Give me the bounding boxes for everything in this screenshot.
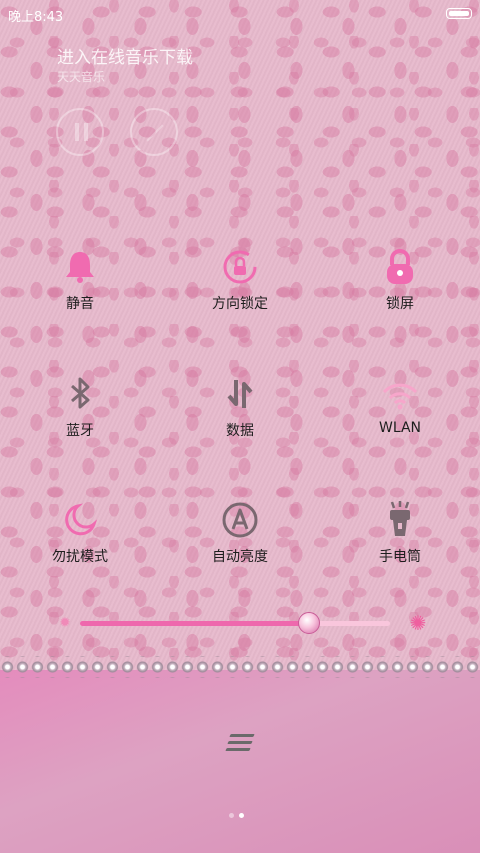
tile-label: 手电筒 <box>379 549 421 565</box>
tile-label: 自动亮度 <box>212 549 268 565</box>
brightness-high-icon: ✺ <box>409 611 427 635</box>
tile-lock-screen[interactable]: 锁屏 <box>340 247 460 337</box>
page-indicator <box>229 812 251 820</box>
music-subtitle: 天天音乐 <box>57 70 106 84</box>
brightness-knob[interactable] <box>298 612 320 634</box>
rotation-lock-icon <box>220 247 260 287</box>
tile-wlan[interactable]: WLAN <box>340 374 460 464</box>
battery-icon <box>446 8 472 19</box>
status-bar: 晚上8:43 <box>0 0 480 28</box>
tile-flashlight[interactable]: 手电筒 <box>340 500 460 590</box>
brightness-low-icon: ✹ <box>59 615 71 631</box>
tile-label: 蓝牙 <box>66 423 94 439</box>
bluetooth-icon <box>60 374 100 414</box>
tile-label: 静音 <box>66 296 94 312</box>
bottom-panel <box>0 670 480 853</box>
tile-label: 勿扰模式 <box>52 549 108 565</box>
moon-icon <box>60 500 100 540</box>
pause-button[interactable] <box>56 108 104 156</box>
lock-icon <box>380 247 420 287</box>
bell-icon <box>60 247 100 287</box>
brightness-fill <box>80 621 309 626</box>
tile-rotation-lock[interactable]: 方向锁定 <box>180 247 300 337</box>
tile-mobile-data[interactable]: 数据 <box>180 374 300 464</box>
auto-brightness-icon <box>220 500 260 540</box>
menu-icon[interactable] <box>225 733 255 755</box>
tile-bluetooth[interactable]: 蓝牙 <box>20 374 140 464</box>
wifi-icon <box>380 374 420 414</box>
tile-label: 数据 <box>226 423 254 439</box>
music-title[interactable]: 进入在线音乐下载 <box>57 43 193 68</box>
page-dot <box>239 813 244 818</box>
tile-auto-brightness[interactable]: 自动亮度 <box>180 500 300 590</box>
next-track-button[interactable] <box>130 108 178 156</box>
page-dot <box>229 813 234 818</box>
tile-do-not-disturb[interactable]: 勿扰模式 <box>20 500 140 590</box>
mobile-data-icon <box>220 374 260 414</box>
flashlight-icon <box>380 500 420 540</box>
tile-label: WLAN <box>378 420 421 436</box>
rhinestone-divider <box>0 656 480 678</box>
tile-label: 锁屏 <box>386 296 414 312</box>
tile-mute[interactable]: 静音 <box>20 247 140 337</box>
brightness-slider[interactable]: ✹ ✺ <box>58 612 428 636</box>
status-time: 晚上8:43 <box>8 10 64 25</box>
tile-label: 方向锁定 <box>212 296 268 312</box>
